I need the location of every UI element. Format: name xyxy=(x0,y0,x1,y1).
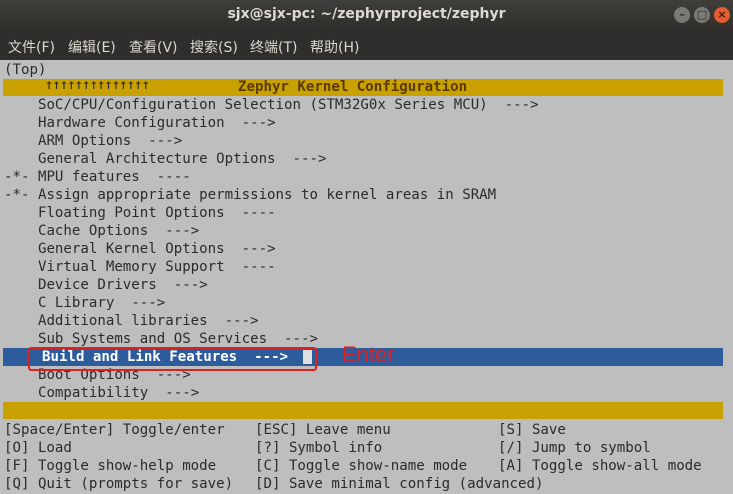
menu-bar: 文件(F) 编辑(E) 查看(V) 搜索(S) 终端(T) 帮助(H) xyxy=(0,30,733,60)
menu-item-suffix: ---> xyxy=(165,385,200,401)
menu-item-label: Virtual Memory Support xyxy=(37,259,225,275)
menu-item-suffix: ---> xyxy=(173,277,208,293)
menu-help[interactable]: 帮助(H) xyxy=(310,37,359,57)
menu-item[interactable]: Cache Options ---> xyxy=(4,222,199,240)
menu-item-label: Cache Options xyxy=(37,223,149,239)
menu-item-label: Assign appropriate permissions to kernel… xyxy=(37,187,497,203)
menu-file[interactable]: 文件(F) xyxy=(8,37,55,57)
key-help-entry: [C] Toggle show-name mode xyxy=(255,458,468,474)
menu-item-suffix: ---- xyxy=(156,169,191,185)
menu-search[interactable]: 搜索(S) xyxy=(190,37,238,57)
menu-item-prefix xyxy=(4,133,38,149)
menu-item-prefix xyxy=(4,259,38,275)
key-help-entry: [O] Load xyxy=(4,440,72,456)
menu-item-suffix: ---> xyxy=(292,151,327,167)
menu-item[interactable]: SoC/CPU/Configuration Selection (STM32G0… xyxy=(4,96,539,114)
menu-item-suffix: ---> xyxy=(224,313,259,329)
menu-item-label: SoC/CPU/Configuration Selection (STM32G0… xyxy=(37,97,488,113)
key-help-entry: [Q] Quit (prompts for save) xyxy=(4,476,234,492)
key-help-entry: [F] Toggle show-help mode xyxy=(4,458,217,474)
highlight-box xyxy=(28,347,317,371)
menu-item-suffix: ---> xyxy=(148,133,183,149)
menu-item-suffix: ---- xyxy=(241,205,276,221)
menu-terminal[interactable]: 终端(T) xyxy=(250,37,297,57)
menu-item-prefix xyxy=(4,241,38,257)
menu-item[interactable]: Device Drivers ---> xyxy=(4,276,208,294)
menu-item[interactable]: C Library ---> xyxy=(4,294,165,312)
key-help-entry: [Space/Enter] Toggle/enter xyxy=(4,422,225,438)
menu-item-label: General Architecture Options xyxy=(37,151,276,167)
menu-item-suffix: ---> xyxy=(504,97,539,113)
key-help-entry: [/] Jump to symbol xyxy=(498,440,651,456)
menu-item[interactable]: General Kernel Options ---> xyxy=(4,240,276,258)
key-help-entry: [A] Toggle show-all mode xyxy=(498,458,702,474)
menu-item-label: C Library xyxy=(37,295,115,311)
close-button[interactable]: × xyxy=(714,7,730,23)
menu-item-prefix xyxy=(4,205,38,221)
config-footer-banner xyxy=(3,402,723,419)
menu-item-prefix xyxy=(4,331,38,347)
menu-item[interactable]: Sub Systems and OS Services ---> xyxy=(4,330,318,348)
menu-item-label: Compatibility xyxy=(37,385,149,401)
menu-item-label: Device Drivers xyxy=(37,277,157,293)
menu-item-label: MPU features xyxy=(37,169,140,185)
menu-item-label: Hardware Configuration xyxy=(37,115,225,131)
key-help-entry: [D] Save minimal config (advanced) xyxy=(255,476,544,492)
minimize-button[interactable]: – xyxy=(674,7,690,23)
key-help-entry: [?] Symbol info xyxy=(255,440,383,456)
key-help-entry: [ESC] Leave menu xyxy=(255,422,391,438)
menu-item[interactable]: ARM Options ---> xyxy=(4,132,182,150)
menu-item-prefix xyxy=(4,385,38,401)
menu-item-prefix xyxy=(4,313,38,329)
window-title: sjx@sjx-pc: ~/zephyrproject/zephyr xyxy=(227,6,506,22)
menu-item[interactable]: Floating Point Options ---- xyxy=(4,204,276,222)
menu-item-prefix: -*- xyxy=(4,187,38,203)
terminal-area[interactable]: (Top) ↑↑↑↑↑↑↑↑↑↑↑↑↑↑ Zephyr Kernel Confi… xyxy=(0,60,733,494)
menu-item[interactable]: -*- Assign appropriate permissions to ke… xyxy=(4,186,496,204)
scroll-up-indicator: ↑↑↑↑↑↑↑↑↑↑↑↑↑↑ xyxy=(45,77,150,93)
config-header-banner: ↑↑↑↑↑↑↑↑↑↑↑↑↑↑ Zephyr Kernel Configurati… xyxy=(3,77,723,96)
menu-item-suffix: ---- xyxy=(241,259,276,275)
key-help-entry: [S] Save xyxy=(498,422,566,438)
menu-item-label: General Kernel Options xyxy=(37,241,225,257)
menu-item-label: ARM Options xyxy=(37,133,132,149)
menu-item-prefix xyxy=(4,151,38,167)
menu-item[interactable]: Additional libraries ---> xyxy=(4,312,259,330)
menu-item-label: Floating Point Options xyxy=(37,205,225,221)
menu-item-suffix: ---> xyxy=(284,331,318,347)
menu-item-prefix xyxy=(4,277,38,293)
menu-item-prefix xyxy=(4,223,38,239)
menu-item[interactable]: -*- MPU features ---- xyxy=(4,168,191,186)
menu-item-prefix xyxy=(4,115,38,131)
menu-item-label: Additional libraries xyxy=(37,313,208,329)
menu-edit[interactable]: 编辑(E) xyxy=(68,37,116,57)
config-title: Zephyr Kernel Configuration xyxy=(238,79,468,95)
menu-item-suffix: ---> xyxy=(131,295,166,311)
menu-item-label: Sub Systems and OS Services xyxy=(37,331,268,347)
menu-item[interactable]: Virtual Memory Support ---- xyxy=(4,258,276,276)
menu-item-prefix: -*- xyxy=(4,169,38,185)
menu-item-suffix: ---> xyxy=(241,241,276,257)
window-titlebar: sjx@sjx-pc: ~/zephyrproject/zephyr – □ × xyxy=(0,0,733,30)
menu-item[interactable]: General Architecture Options ---> xyxy=(4,150,327,168)
menu-item-suffix: ---> xyxy=(241,115,276,131)
menu-item[interactable]: Hardware Configuration ---> xyxy=(4,114,276,132)
menu-item[interactable]: Compatibility ---> xyxy=(4,384,199,402)
menu-view[interactable]: 查看(V) xyxy=(129,37,178,57)
menu-item-suffix: ---> xyxy=(165,223,200,239)
maximize-button[interactable]: □ xyxy=(694,7,710,23)
menu-item-prefix xyxy=(4,295,38,311)
menu-item-prefix xyxy=(4,97,38,113)
enter-annotation: Enter xyxy=(342,342,395,367)
breadcrumb: (Top) xyxy=(4,62,47,78)
